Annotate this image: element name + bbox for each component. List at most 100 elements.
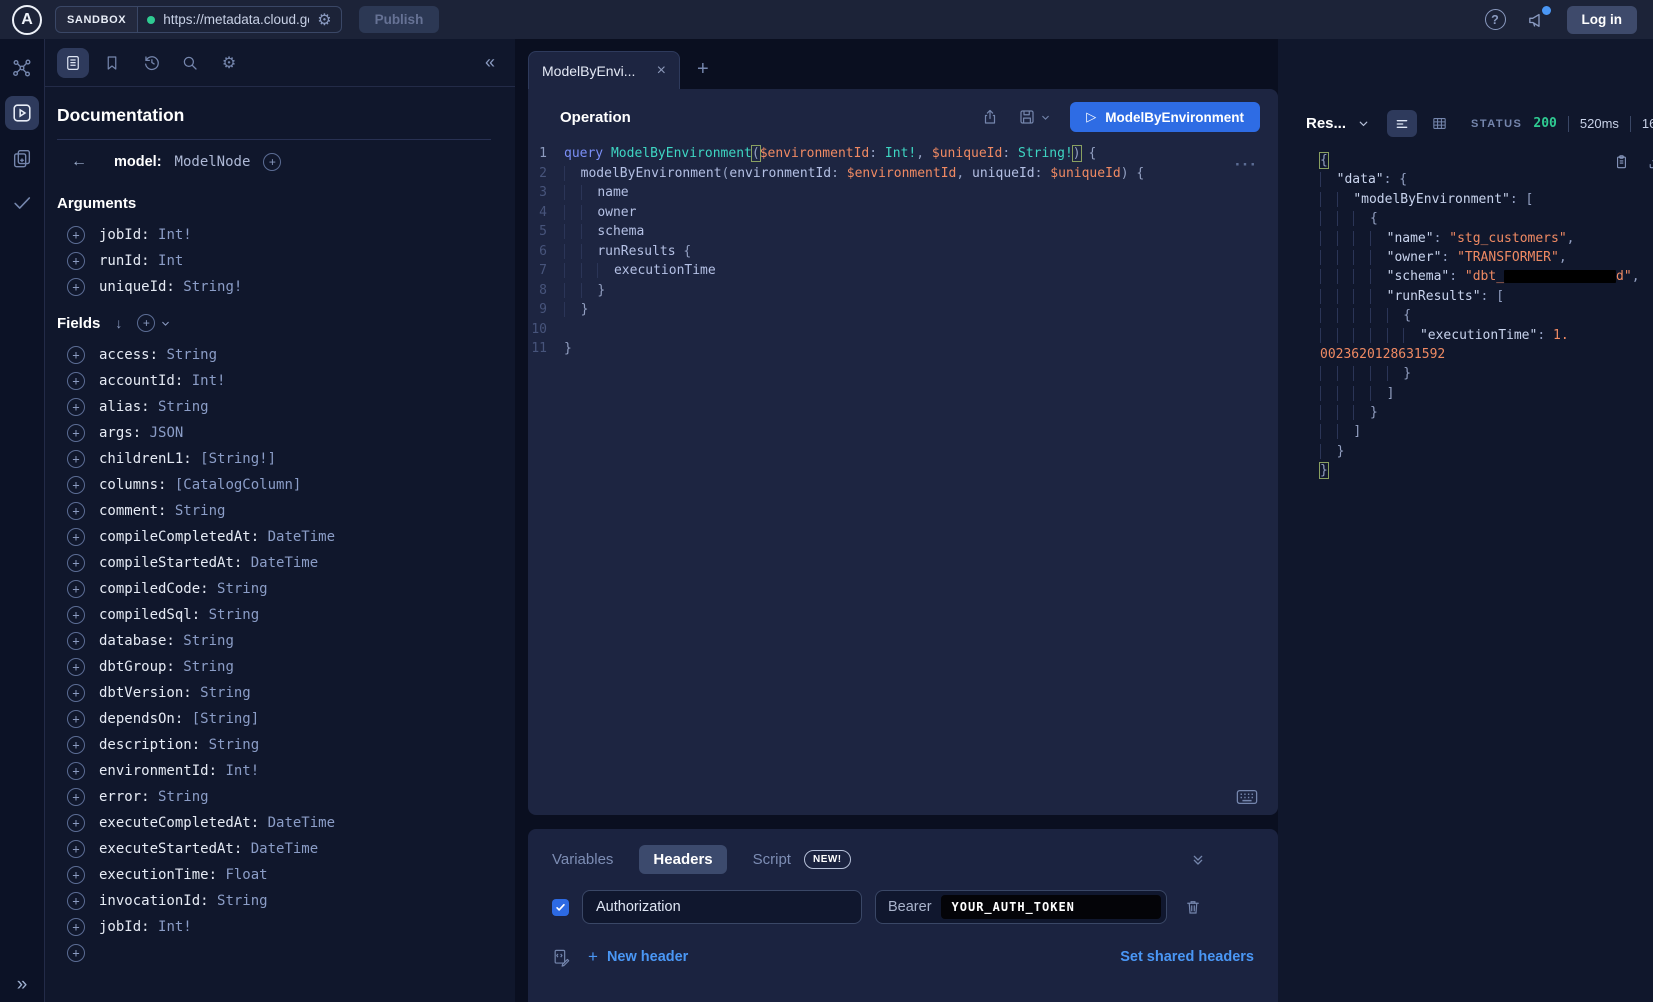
sort-fields-icon[interactable] xyxy=(115,315,122,331)
argument-name[interactable]: uniqueId: xyxy=(99,279,175,295)
save-icon[interactable] xyxy=(1018,108,1051,126)
back-arrow-icon[interactable] xyxy=(71,153,87,171)
add-all-fields-icon[interactable] xyxy=(137,314,155,332)
collapse-docs-icon[interactable] xyxy=(485,52,495,73)
docs-tab-icon[interactable] xyxy=(57,48,89,78)
field-name[interactable]: compileCompletedAt: xyxy=(99,529,259,545)
field-name[interactable]: alias: xyxy=(99,399,150,415)
add-argument-icon[interactable] xyxy=(67,252,85,270)
add-field-icon[interactable] xyxy=(67,866,85,884)
tab-script[interactable]: Script xyxy=(753,851,791,868)
add-field-icon[interactable] xyxy=(67,346,85,364)
apollo-logo[interactable]: A xyxy=(12,5,42,35)
add-field-icon[interactable] xyxy=(67,554,85,572)
graphql-editor[interactable]: 1query ModelByEnvironment($environmentId… xyxy=(528,144,1278,359)
download-response-icon[interactable] xyxy=(1647,153,1653,171)
add-argument-icon[interactable] xyxy=(67,278,85,296)
set-shared-headers-button[interactable]: Set shared headers xyxy=(1120,949,1254,965)
add-field-icon[interactable] xyxy=(67,632,85,650)
field-name[interactable]: database: xyxy=(99,633,175,649)
rail-explorer-icon[interactable] xyxy=(5,96,39,130)
field-name[interactable]: columns: xyxy=(99,477,166,493)
field-name[interactable]: comment: xyxy=(99,503,166,519)
field-name[interactable]: executionTime: xyxy=(99,867,217,883)
field-name[interactable]: error: xyxy=(99,789,150,805)
endpoint-url[interactable]: https://metadata.cloud.get xyxy=(163,12,309,27)
add-field-icon[interactable] xyxy=(67,892,85,910)
collapse-io-panel-icon[interactable] xyxy=(1190,852,1206,868)
new-header-button[interactable]: New header xyxy=(588,947,688,967)
add-field-icon[interactable] xyxy=(67,840,85,858)
add-field-icon[interactable] xyxy=(67,476,85,494)
run-operation-button[interactable]: ModelByEnvironment xyxy=(1070,102,1260,132)
bookmark-icon[interactable] xyxy=(96,48,128,78)
response-dropdown-chevron-icon[interactable] xyxy=(1357,117,1370,130)
add-field-icon[interactable] xyxy=(67,658,85,676)
add-field-icon[interactable] xyxy=(67,736,85,754)
add-field-icon[interactable] xyxy=(67,788,85,806)
add-field-icon[interactable] xyxy=(67,710,85,728)
field-name[interactable]: environmentId: xyxy=(99,763,217,779)
add-field-icon[interactable] xyxy=(67,814,85,832)
environment-variables-icon[interactable] xyxy=(552,948,571,967)
auth-token-value[interactable]: YOUR_AUTH_TOKEN xyxy=(941,895,1161,919)
field-name[interactable]: compileStartedAt: xyxy=(99,555,242,571)
add-field-icon[interactable] xyxy=(67,684,85,702)
close-tab-icon[interactable] xyxy=(657,62,666,80)
field-name[interactable]: dbtGroup: xyxy=(99,659,175,675)
new-tab-icon[interactable] xyxy=(697,58,709,81)
header-name-input[interactable] xyxy=(582,890,862,924)
argument-name[interactable]: jobId: xyxy=(99,227,150,243)
field-name[interactable]: executeStartedAt: xyxy=(99,841,242,857)
rail-checklist-icon[interactable] xyxy=(5,186,39,220)
endpoint-settings-gear-icon[interactable] xyxy=(317,10,331,30)
field-name[interactable]: executeCompletedAt: xyxy=(99,815,259,831)
field-name[interactable]: access: xyxy=(99,347,158,363)
operation-tab[interactable]: ModelByEnvi... xyxy=(528,51,680,89)
response-format-table-icon[interactable] xyxy=(1431,115,1448,132)
rail-schema-graph-icon[interactable] xyxy=(5,51,39,85)
field-name[interactable]: invocationId: xyxy=(99,893,209,909)
add-field-icon[interactable] xyxy=(67,502,85,520)
share-icon[interactable] xyxy=(981,108,999,126)
expand-rail-icon[interactable] xyxy=(17,974,28,996)
add-field-icon[interactable] xyxy=(67,450,85,468)
header-enabled-checkbox[interactable] xyxy=(552,899,569,916)
add-field-icon[interactable] xyxy=(67,606,85,624)
add-field-icon[interactable] xyxy=(67,580,85,598)
field-name[interactable]: jobId: xyxy=(99,919,150,935)
rail-collections-icon[interactable] xyxy=(5,141,39,175)
announcements-megaphone-icon[interactable] xyxy=(1526,10,1547,30)
add-field-icon[interactable] xyxy=(67,762,85,780)
docs-settings-gear-icon[interactable] xyxy=(213,48,245,78)
add-field-icon[interactable] xyxy=(67,528,85,546)
field-name[interactable]: compiledCode: xyxy=(99,581,209,597)
field-name[interactable]: dbtVersion: xyxy=(99,685,192,701)
argument-name[interactable]: runId: xyxy=(99,253,150,269)
field-name[interactable]: compiledSql: xyxy=(99,607,200,623)
add-field-icon[interactable] xyxy=(67,398,85,416)
field-name[interactable]: args: xyxy=(99,425,141,441)
field-name[interactable]: accountId: xyxy=(99,373,183,389)
search-icon[interactable] xyxy=(174,48,206,78)
add-field-icon[interactable] xyxy=(67,918,85,936)
add-fields-chevron-icon[interactable] xyxy=(160,318,171,329)
field-name[interactable]: childrenL1: xyxy=(99,451,192,467)
response-format-json-icon[interactable] xyxy=(1387,110,1417,137)
keyboard-shortcuts-icon[interactable] xyxy=(1236,789,1258,805)
tab-headers[interactable]: Headers xyxy=(639,845,726,874)
add-type-to-query-icon[interactable] xyxy=(263,153,281,171)
add-field-icon[interactable] xyxy=(67,372,85,390)
publish-button[interactable]: Publish xyxy=(359,6,440,33)
copy-response-icon[interactable] xyxy=(1613,153,1630,171)
model-type-link[interactable]: ModelNode xyxy=(175,154,251,170)
add-field-icon[interactable] xyxy=(67,424,85,442)
endpoint-url-group[interactable]: https://metadata.cloud.get xyxy=(138,10,340,30)
header-value-field[interactable]: Bearer YOUR_AUTH_TOKEN xyxy=(875,890,1167,924)
editor-more-options-icon[interactable] xyxy=(1235,155,1258,175)
response-json[interactable]: { "data": { "modelByEnvironment": [ { "n… xyxy=(1306,151,1653,481)
field-name[interactable]: description: xyxy=(99,737,200,753)
add-field-icon[interactable] xyxy=(67,944,85,962)
add-argument-icon[interactable] xyxy=(67,226,85,244)
login-button[interactable]: Log in xyxy=(1567,6,1638,34)
